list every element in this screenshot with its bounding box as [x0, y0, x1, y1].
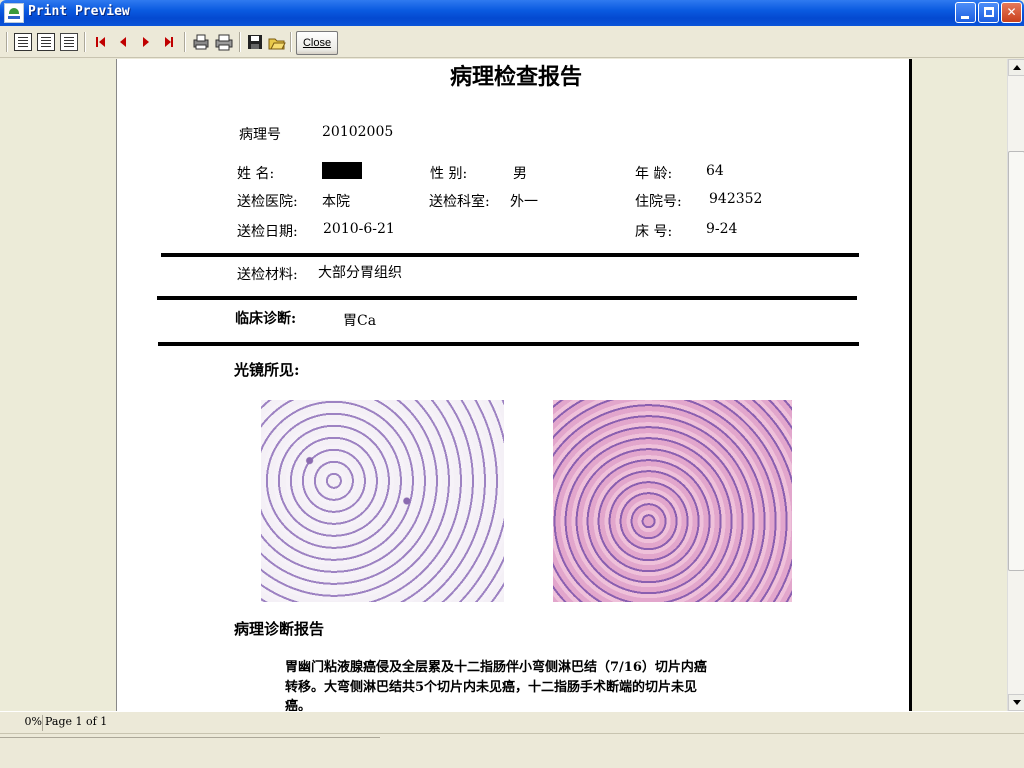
name-label: 姓 名:: [237, 166, 275, 182]
toolbar-separator: [6, 32, 8, 52]
multi-page-icon[interactable]: [37, 33, 55, 51]
minimize-button[interactable]: [955, 2, 976, 23]
micro-label: 光镜所见:: [234, 361, 300, 379]
inpatient-label: 住院号:: [635, 194, 682, 210]
divider: [161, 253, 859, 257]
hospital-label: 送检医院:: [237, 194, 298, 210]
title-bar: Print Preview ✕: [0, 0, 1024, 26]
save-icon[interactable]: [246, 33, 264, 51]
micrograph-right: [552, 399, 793, 603]
bed-value: 9-24: [706, 221, 738, 237]
micrograph-left: [260, 399, 505, 603]
inpatient-value: 942352: [709, 191, 763, 207]
material-value: 大部分胃组织: [318, 265, 402, 281]
report-page: 病理检查报告 病理号 20102005 姓 名: 性 别: 男 年 龄: 64 …: [116, 59, 912, 711]
vertical-scrollbar[interactable]: [1007, 59, 1024, 711]
sex-value: 男: [513, 166, 527, 182]
prev-page-icon[interactable]: [114, 33, 132, 51]
preview-area[interactable]: 病理检查报告 病理号 20102005 姓 名: 性 别: 男 年 龄: 64 …: [0, 59, 1007, 711]
diagnosis-line-2: 转移。大弯侧淋巴结共5个切片内未见癌，十二指肠手术断端的切片未见: [285, 680, 698, 695]
close-window-button[interactable]: ✕: [1001, 2, 1022, 23]
horizontal-scrollbar[interactable]: [0, 734, 380, 738]
divider: [158, 342, 859, 346]
print-icon[interactable]: [215, 33, 233, 51]
bottom-bar: [0, 733, 1024, 768]
redacted-name: [322, 162, 362, 179]
scroll-thumb[interactable]: [1008, 151, 1024, 571]
date-label: 送检日期:: [237, 224, 298, 240]
toolbar-separator: [184, 32, 186, 52]
app-icon: [4, 3, 24, 23]
hospital-value: 本院: [322, 194, 350, 210]
zoom-status: 0%: [24, 715, 42, 728]
page-setup-icon[interactable]: [60, 33, 78, 51]
first-page-icon[interactable]: [92, 33, 110, 51]
date-value: 2010-6-21: [323, 221, 395, 237]
pathology-no-value: 20102005: [322, 124, 394, 140]
maximize-button[interactable]: [978, 2, 999, 23]
diagnosis-line-1: 胃幽门粘液腺癌侵及全层累及十二指肠伴小弯侧淋巴结（7/16）切片内癌: [285, 660, 707, 675]
status-bar: 0% Page 1 of 1: [0, 711, 1024, 733]
scroll-up-button[interactable]: [1008, 59, 1024, 76]
dept-label: 送检科室:: [429, 194, 490, 210]
clinical-label: 临床诊断:: [235, 311, 297, 327]
toolbar-separator: [84, 32, 86, 52]
age-label: 年 龄:: [635, 166, 673, 182]
diagnosis-label: 病理诊断报告: [234, 620, 325, 638]
next-page-icon[interactable]: [137, 33, 155, 51]
toolbar: Close: [0, 26, 1024, 58]
last-page-icon[interactable]: [160, 33, 178, 51]
divider: [157, 296, 857, 300]
pathology-no-label: 病理号: [239, 127, 281, 143]
dept-value: 外一: [510, 194, 538, 210]
age-value: 64: [706, 163, 724, 179]
clinical-value: 胃Ca: [343, 313, 377, 329]
toolbar-separator: [290, 32, 292, 52]
diagnosis-line-3: 癌。: [285, 699, 312, 711]
report-title: 病理检查报告: [450, 64, 583, 90]
material-label: 送检材料:: [237, 267, 298, 283]
toolbar-separator: [239, 32, 241, 52]
print-setup-icon[interactable]: [192, 33, 210, 51]
bed-label: 床 号:: [635, 224, 673, 240]
one-page-icon[interactable]: [14, 33, 32, 51]
scroll-down-button[interactable]: [1008, 694, 1024, 711]
window-title: Print Preview: [28, 4, 130, 19]
close-button[interactable]: Close: [296, 31, 338, 55]
sex-label: 性 别:: [430, 166, 468, 182]
page-status: Page 1 of 1: [42, 715, 372, 731]
open-icon[interactable]: [268, 33, 286, 51]
